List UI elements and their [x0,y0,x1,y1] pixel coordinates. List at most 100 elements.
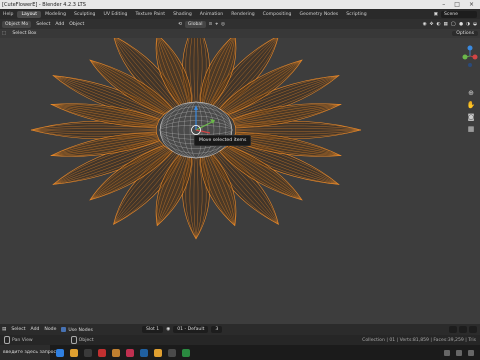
mode-dropdown[interactable]: Object Mo [2,20,32,28]
xray-icon[interactable]: ▦ [443,22,447,27]
proportional-edit-icon[interactable]: ◎ [221,22,225,27]
status-object-label: Object [78,337,94,343]
shading-render-icon[interactable]: ◒ [473,22,477,27]
tab-compositing[interactable]: Compositing [259,11,296,18]
mouse-icon [4,336,10,344]
tab-animation[interactable]: Animation [196,11,227,18]
taskbar-app-icon[interactable] [70,348,78,357]
pivot-icon[interactable]: ⊙ [209,22,213,27]
slot-dropdown[interactable]: Slot 1 [142,326,164,333]
tab-geometry-nodes[interactable]: Geometry Nodes [295,11,342,18]
axis-gizmo[interactable] [462,44,478,67]
window-titlebar: [CuteFlowerE] - Blender 4.2.3 LTS – □ × [0,0,480,9]
node-header-left: ▤ Select Add Node Use Nodes [2,326,93,333]
3d-viewport[interactable]: ⊕ ✋ ◙ ▦ [0,38,480,324]
os-taskbar: введите здесь запрос [0,345,480,360]
mouse-icon [70,336,77,344]
flower-wireframe [30,38,362,240]
system-tray [444,349,480,356]
minimize-button[interactable]: – [442,1,445,8]
node-header-right [449,326,480,333]
tab-uv-editing[interactable]: UV Editing [99,11,131,18]
maximize-button[interactable]: □ [454,1,460,8]
material-slot: Slot 1 ◉ 01 - Default 3 [142,326,223,333]
tab-shading[interactable]: Shading [169,11,196,18]
overlay-node-icon[interactable] [469,326,477,333]
window-title: [CuteFlowerE] - Blender 4.2.3 LTS [2,1,86,8]
hand-pan-icon[interactable]: ✋ [466,100,476,110]
status-object: Object [70,336,94,344]
overlay-icon[interactable]: ◐ [436,22,440,27]
tab-scripting[interactable]: Scripting [342,11,370,18]
header-left: Object Mo Select Add Object [2,20,84,28]
topbar-right: ▣ Scene [434,10,480,18]
scene-stats: Collection | 01 | Verts:81,859 | Faces:3… [362,337,476,343]
taskbar-app-icon[interactable] [98,348,106,357]
taskbar-apps [56,348,190,357]
shading-wire-icon[interactable]: ◯ [451,22,456,27]
scene-selector[interactable]: Scene [441,10,477,18]
camera-icon[interactable]: ◙ [466,112,476,122]
tray-icon[interactable] [444,349,450,356]
use-nodes-label: Use Nodes [68,327,93,333]
close-button[interactable]: × [469,1,474,8]
tab-layout[interactable]: Layout [17,10,42,18]
material-name[interactable]: 01 - Default [173,326,209,333]
menu-add-2[interactable]: Add [31,327,40,332]
menu-select[interactable]: Select [36,22,50,27]
menu-node[interactable]: Node [44,327,56,332]
taskbar-search[interactable]: введите здесь запрос [0,345,56,360]
menu-object[interactable]: Object [69,22,84,27]
checkbox-icon [61,326,67,332]
options-dropdown[interactable]: Options [452,31,478,36]
status-pan: Pan View [4,336,33,344]
use-nodes-toggle[interactable]: Use Nodes [61,326,93,333]
status-bar: Pan View Object Collection | 01 | Verts:… [0,335,480,345]
workspace-tabs: Layout Modeling Sculpting UV Editing Tex… [17,10,370,18]
axis-gizmo-icon [462,45,478,67]
tab-rendering[interactable]: Rendering [227,11,258,18]
taskbar-app-icon[interactable] [56,348,64,357]
taskbar-app-icon[interactable] [154,348,162,357]
viewport-header: Object Mo Select Add Object ⟲ Global ⊙ ⌖… [0,19,480,29]
blender-topbar: Help Layout Modeling Sculpting UV Editin… [0,9,480,19]
snap-icon[interactable]: ⌖ [215,21,218,27]
pin-icon[interactable] [449,326,457,333]
taskbar-app-icon[interactable] [140,348,148,357]
snap-node-icon[interactable] [459,326,467,333]
taskbar-app-icon[interactable] [126,348,134,357]
user-count[interactable]: 3 [211,326,223,333]
visibility-icon[interactable]: ◉ [423,22,427,27]
orientation-dropdown[interactable]: Global [184,20,206,28]
grid-icon[interactable]: ▦ [466,124,476,134]
taskbar-app-icon[interactable] [182,348,190,357]
select-box-icon[interactable]: ⬚ [2,31,6,36]
tool-settings: ⬚ Select Box Options [0,29,480,38]
shading-material-icon[interactable]: ◑ [466,22,470,27]
menu-add[interactable]: Add [55,22,64,27]
tray-icon[interactable] [456,349,462,356]
material-sphere-icon[interactable]: ◉ [166,327,170,332]
transform-orientation-icon[interactable]: ⟲ [178,22,182,27]
tooltip: Move selected items [194,135,252,146]
status-pan-label: Pan View [12,337,33,343]
tab-modeling[interactable]: Modeling [41,11,70,18]
active-tool-label[interactable]: Select Box [12,31,36,36]
tool-settings-left: ⬚ Select Box [2,31,37,36]
taskbar-app-icon[interactable] [84,348,92,357]
menu-select-2[interactable]: Select [11,327,25,332]
menu-help[interactable]: Help [3,12,13,17]
tab-texture-paint[interactable]: Texture Paint [131,11,169,18]
zoom-icon[interactable]: ⊕ [466,88,476,98]
scene-icon[interactable]: ▣ [434,12,438,17]
shading-solid-icon[interactable]: ● [459,22,463,27]
taskbar-app-icon[interactable] [112,348,120,357]
editor-type-icon[interactable]: ▤ [2,327,6,332]
tray-icon[interactable] [468,349,474,356]
tab-sculpting[interactable]: Sculpting [70,11,99,18]
window-controls: – □ × [442,1,480,8]
taskbar-app-icon[interactable] [168,348,176,357]
taskbar-search-text: введите здесь запрос [3,350,57,355]
header-right: ◉ ✥ ◐ ▦ ◯ ● ◑ ◒ [423,22,480,27]
gizmo-icon[interactable]: ✥ [430,22,434,27]
